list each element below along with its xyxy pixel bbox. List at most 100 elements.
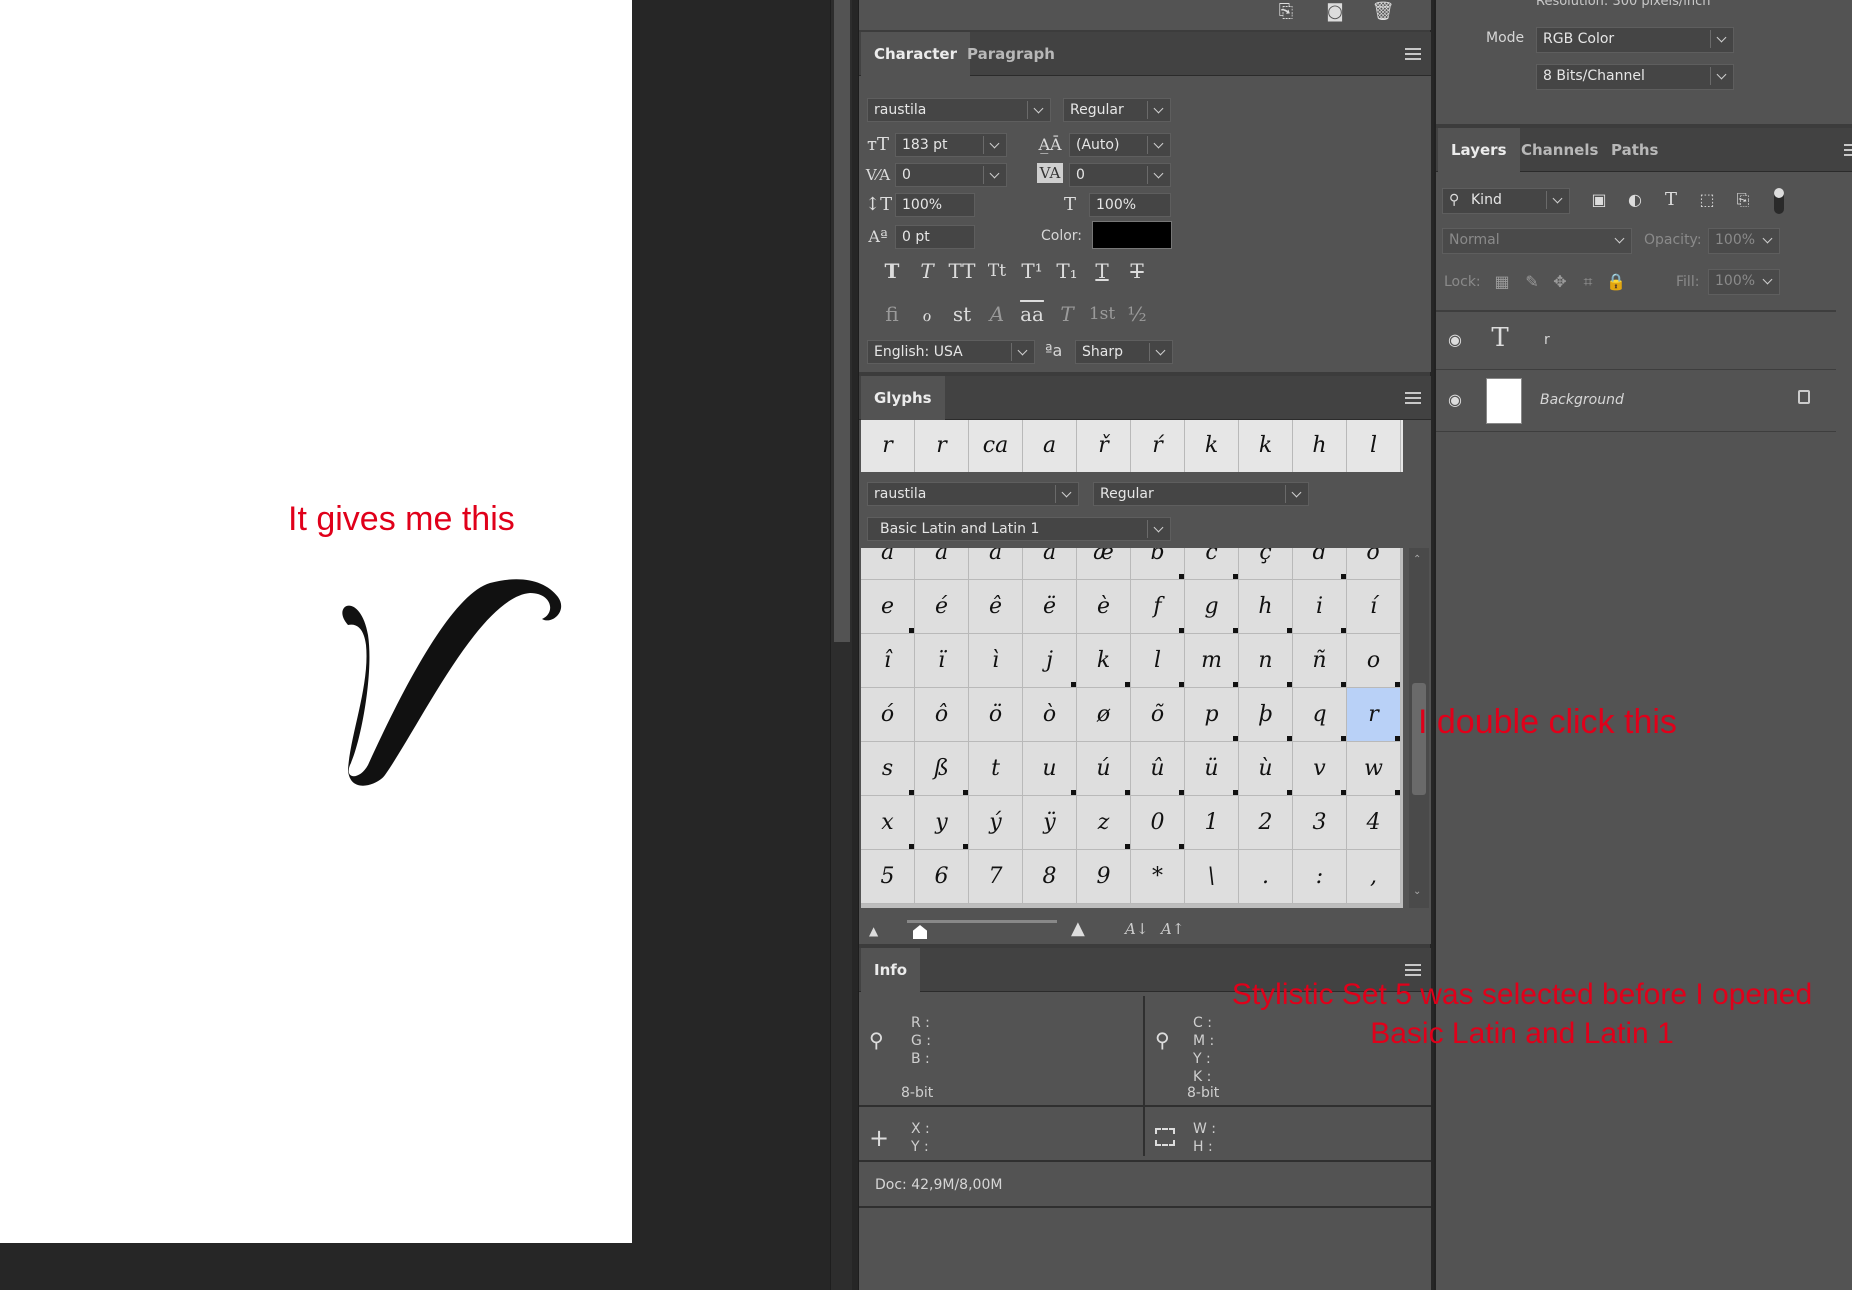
glyph-cell[interactable]: þ (1239, 688, 1293, 742)
glyph-cell[interactable]: 0 (1131, 796, 1185, 850)
fill-field[interactable]: 100% (1708, 269, 1780, 295)
glyph-cell[interactable]: d (1293, 548, 1347, 580)
glyph-cell[interactable]: é (915, 580, 969, 634)
glyph-cell[interactable]: ì (969, 634, 1023, 688)
glyph-cell[interactable]: ã (1023, 548, 1077, 580)
color-mode-select[interactable]: RGB Color (1536, 27, 1734, 53)
glyph-cell[interactable]: 1 (1185, 796, 1239, 850)
scroll-up-icon[interactable]: ⌃ (1413, 554, 1421, 565)
layers-menu-icon[interactable] (1844, 144, 1852, 156)
glyph-cell[interactable]: 6 (915, 850, 969, 904)
filter-smart-object-icon[interactable]: ⎘ (1730, 188, 1756, 212)
glyph-cell[interactable]: ï (915, 634, 969, 688)
glyph-cell[interactable]: ÿ (1023, 796, 1077, 850)
glyph-cell[interactable]: h (1239, 580, 1293, 634)
glyph-cell[interactable]: f (1131, 580, 1185, 634)
baseline-shift-field[interactable]: 0 pt (895, 225, 975, 249)
font-family-select[interactable]: raustila (867, 98, 1051, 122)
glyph-cell[interactable]: * (1131, 850, 1185, 904)
recent-glyph[interactable]: ca (969, 420, 1023, 472)
blend-mode-select[interactable]: Normal (1442, 228, 1632, 254)
glyph-cell[interactable]: u (1023, 742, 1077, 796)
glyph-cell[interactable]: j (1023, 634, 1077, 688)
glyph-cell-selected[interactable]: r (1347, 688, 1401, 742)
glyph-cell[interactable]: x (861, 796, 915, 850)
tab-glyphs[interactable]: Glyphs (861, 376, 945, 420)
superscript-button[interactable]: T¹ (1015, 259, 1049, 283)
filter-toggle[interactable] (1774, 188, 1784, 214)
glyph-cell[interactable]: , (1347, 850, 1401, 904)
glyph-cell[interactable]: ý (969, 796, 1023, 850)
glyph-cell[interactable]: ñ (1293, 634, 1347, 688)
tab-info[interactable]: Info (861, 948, 921, 992)
glyph-cell[interactable]: ó (861, 688, 915, 742)
layer-filter-kind-select[interactable]: ⚲ Kind (1442, 188, 1570, 214)
lock-transparent-pixels-icon[interactable]: ▦ (1490, 270, 1514, 294)
layer-row[interactable]: ◉ T r (1436, 312, 1836, 370)
glyph-cell[interactable]: k (1077, 634, 1131, 688)
language-select[interactable]: English: USA (867, 340, 1035, 364)
zoom-out-small-mountain-icon[interactable]: ▲ (869, 924, 878, 938)
glyph-cell[interactable]: v (1293, 742, 1347, 796)
glyph-cell[interactable]: 9 (1077, 850, 1131, 904)
glyphs-font-family-select[interactable]: raustila (867, 482, 1079, 506)
swash-button[interactable]: A (980, 302, 1014, 326)
glyph-subset-select[interactable]: Basic Latin and Latin 1 (867, 517, 1171, 541)
recent-glyph[interactable]: r (915, 420, 969, 472)
glyph-cell[interactable]: w (1347, 742, 1401, 796)
all-caps-button[interactable]: TT (945, 259, 979, 283)
glyph-cell[interactable]: ð (1347, 548, 1401, 580)
glyph-cell[interactable]: 7 (969, 850, 1023, 904)
text-color-swatch[interactable] (1092, 221, 1172, 249)
ligatures-button[interactable]: fi (875, 302, 909, 326)
glyph-cell[interactable]: ò (1023, 688, 1077, 742)
zoom-in-large-mountain-icon[interactable]: ▲ (1071, 918, 1085, 939)
ordinals-button[interactable]: 1st (1085, 302, 1119, 326)
recent-glyph[interactable]: ŕ (1131, 420, 1185, 472)
recent-glyph[interactable]: r (861, 420, 915, 472)
decrease-font-size-icon[interactable]: A↓ (1125, 920, 1148, 938)
lock-all-icon[interactable]: 🔒 (1604, 270, 1628, 294)
camera-icon[interactable]: ◙ (1323, 0, 1347, 24)
layer-name[interactable]: Background (1540, 392, 1624, 408)
glyph-cell[interactable]: 2 (1239, 796, 1293, 850)
new-snapshot-icon[interactable]: ⎘ (1274, 0, 1298, 24)
glyph-cell[interactable]: z (1077, 796, 1131, 850)
recent-glyph[interactable]: k (1239, 420, 1293, 472)
visibility-eye-icon[interactable]: ◉ (1448, 330, 1462, 349)
underline-button[interactable]: T (1085, 259, 1119, 283)
glyph-size-slider[interactable] (907, 920, 1057, 923)
tab-channels[interactable]: Channels (1508, 128, 1611, 172)
glyphs-font-style-select[interactable]: Regular (1093, 482, 1309, 506)
panel-menu-icon[interactable] (1405, 48, 1421, 60)
glyph-cell[interactable]: s (861, 742, 915, 796)
glyph-cell[interactable]: \ (1185, 850, 1239, 904)
glyph-cell[interactable]: b (1131, 548, 1185, 580)
fractions-button[interactable]: ½ (1120, 302, 1154, 326)
strikethrough-button[interactable]: T (1120, 259, 1154, 283)
document-canvas[interactable]: It gives me this (0, 0, 632, 1243)
opacity-field[interactable]: 100% (1708, 228, 1780, 254)
glyph-cell[interactable]: ô (915, 688, 969, 742)
vertical-scale-field[interactable]: 100% (895, 193, 975, 217)
faux-bold-button[interactable]: T (875, 259, 909, 283)
glyph-cell[interactable]: ú (1077, 742, 1131, 796)
layer-name[interactable]: r (1544, 332, 1550, 348)
small-caps-button[interactable]: Tt (980, 259, 1014, 283)
glyph-cell[interactable]: ö (969, 688, 1023, 742)
kerning-field[interactable]: 0 (895, 163, 1007, 187)
bit-depth-select[interactable]: 8 Bits/Channel (1536, 64, 1734, 90)
tab-paragraph[interactable]: Paragraph (954, 32, 1068, 76)
glyph-cell[interactable]: o (1347, 634, 1401, 688)
layer-row[interactable]: ◉ Background (1436, 370, 1836, 432)
glyph-cell[interactable]: . (1239, 850, 1293, 904)
glyph-cell[interactable]: æ (1077, 548, 1131, 580)
subscript-button[interactable]: T₁ (1050, 259, 1084, 283)
glyph-size-slider-handle[interactable] (913, 925, 927, 939)
recent-glyph[interactable]: h (1293, 420, 1347, 472)
glyph-cell[interactable]: y (915, 796, 969, 850)
discretionary-ligatures-button[interactable]: st (945, 302, 979, 326)
glyph-cell[interactable]: e (861, 580, 915, 634)
glyph-cell[interactable]: õ (1131, 688, 1185, 742)
glyph-cell[interactable]: 3 (1293, 796, 1347, 850)
